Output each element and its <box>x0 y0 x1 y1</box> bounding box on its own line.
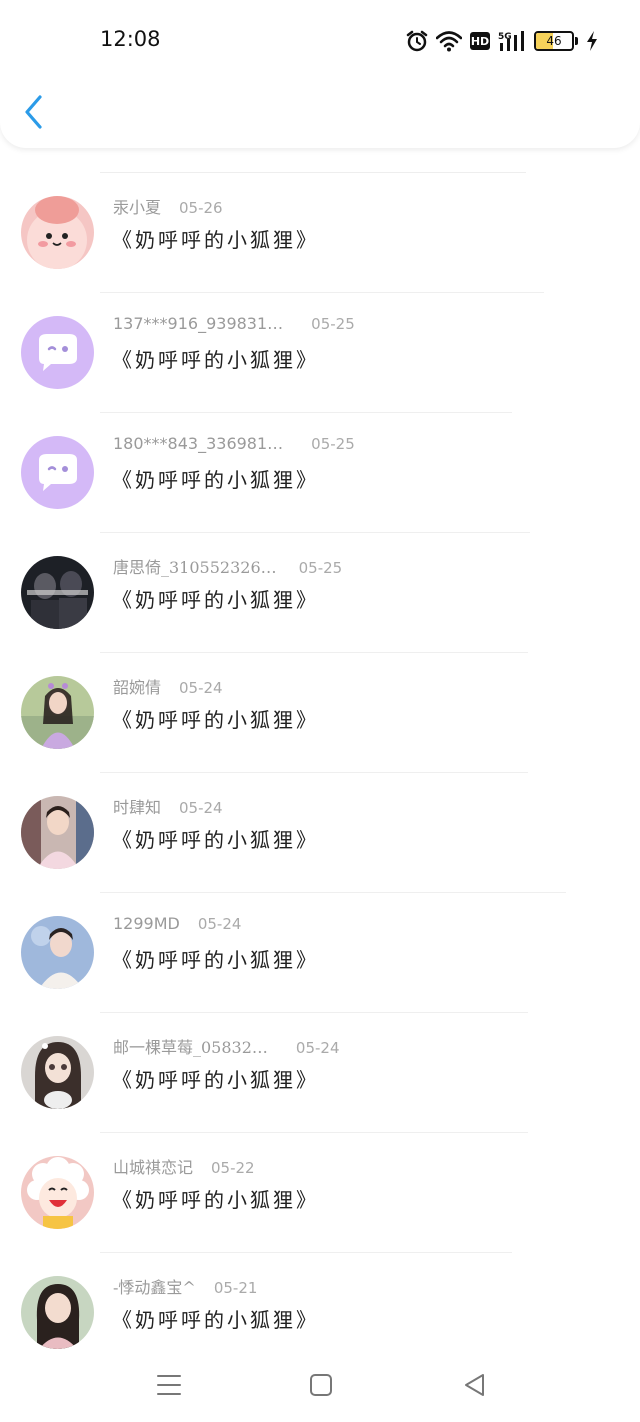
battery-icon: 46 <box>534 31 578 51</box>
avatar <box>21 676 94 749</box>
user-name: 韶婉倩 <box>113 678 162 697</box>
user-name: 唐思倚_310552326… <box>113 558 277 577</box>
home-button[interactable] <box>306 1370 336 1400</box>
message-date: 05-24 <box>197 915 242 933</box>
list-item[interactable]: 唐思倚_310552326… 05-25 《奶呼呼的小狐狸》 <box>0 533 640 653</box>
user-name: 汞小夏 <box>113 198 162 217</box>
avatar <box>21 916 94 989</box>
message-title: 《奶呼呼的小狐狸》 <box>112 948 319 972</box>
menu-button[interactable] <box>154 1370 184 1400</box>
avatar <box>21 316 94 389</box>
list-item[interactable]: 1299MD 05-24 《奶呼呼的小狐狸》 <box>0 893 640 1013</box>
message-date: 05-25 <box>311 315 355 333</box>
user-name: 180***843_336981… <box>113 434 284 453</box>
charging-icon <box>586 30 598 52</box>
back-nav-button[interactable] <box>460 1370 490 1400</box>
avatar <box>21 556 94 629</box>
back-button[interactable] <box>20 94 50 130</box>
user-name: 137***916_939831… <box>113 314 284 333</box>
user-name: 1299MD <box>113 914 180 933</box>
message-title: 《奶呼呼的小狐狸》 <box>112 228 319 252</box>
avatar <box>21 196 94 269</box>
list-item[interactable]: 时肆知 05-24 《奶呼呼的小狐狸》 <box>0 773 640 893</box>
message-date: 05-26 <box>179 199 223 217</box>
message-title: 《奶呼呼的小狐狸》 <box>112 348 319 372</box>
menu-icon <box>157 1375 181 1395</box>
battery-percent: 46 <box>546 34 562 48</box>
message-title: 《奶呼呼的小狐狸》 <box>112 708 319 732</box>
user-name: -悸动鑫宝^ <box>113 1278 196 1297</box>
header: 12:08 HD 5G 46 <box>0 0 640 148</box>
message-title: 《奶呼呼的小狐狸》 <box>112 588 319 612</box>
message-date: 05-25 <box>311 435 355 453</box>
user-name: 邮一棵草莓_05832… <box>113 1038 268 1057</box>
message-title: 《奶呼呼的小狐狸》 <box>112 1068 319 1092</box>
list-item[interactable]: 180***843_336981… 05-25 《奶呼呼的小狐狸》 <box>0 413 640 533</box>
message-date: 05-24 <box>179 799 223 817</box>
message-date: 05-25 <box>298 559 343 577</box>
alarm-icon <box>406 30 428 52</box>
avatar <box>21 796 94 869</box>
message-date: 05-22 <box>211 1159 255 1177</box>
list-item[interactable]: 韶婉倩 05-24 《奶呼呼的小狐狸》 <box>0 653 640 773</box>
status-icons: HD 5G 46 <box>406 26 598 56</box>
avatar <box>21 1276 94 1349</box>
avatar <box>21 436 94 509</box>
list-item[interactable]: 汞小夏 05-26 《奶呼呼的小狐狸》 <box>0 173 640 293</box>
message-date: 05-21 <box>213 1279 258 1297</box>
message-date: 05-24 <box>295 1039 340 1057</box>
back-triangle-icon <box>465 1374 484 1396</box>
message-title: 《奶呼呼的小狐狸》 <box>112 1188 319 1212</box>
user-name: 山城祺恋记 <box>113 1158 194 1177</box>
wifi-icon <box>436 30 462 52</box>
hd-icon: HD <box>470 32 490 50</box>
system-nav-bar <box>0 1352 640 1422</box>
list-item[interactable]: 邮一棵草莓_05832… 05-24 《奶呼呼的小狐狸》 <box>0 1013 640 1133</box>
message-title: 《奶呼呼的小狐狸》 <box>112 1308 319 1332</box>
message-title: 《奶呼呼的小狐狸》 <box>112 468 319 492</box>
list-item[interactable]: 山城祺恋记 05-22 《奶呼呼的小狐狸》 <box>0 1133 640 1253</box>
status-time: 12:08 <box>100 27 161 51</box>
home-square-icon <box>310 1374 332 1396</box>
avatar <box>21 1156 94 1229</box>
list-item[interactable]: 137***916_939831… 05-25 《奶呼呼的小狐狸》 <box>0 293 640 413</box>
message-title: 《奶呼呼的小狐狸》 <box>112 828 319 852</box>
user-name: 时肆知 <box>113 798 162 817</box>
signal-5g-icon: 5G <box>498 30 526 52</box>
avatar <box>21 1036 94 1109</box>
message-date: 05-24 <box>179 679 223 697</box>
chevron-left-icon <box>25 95 42 129</box>
